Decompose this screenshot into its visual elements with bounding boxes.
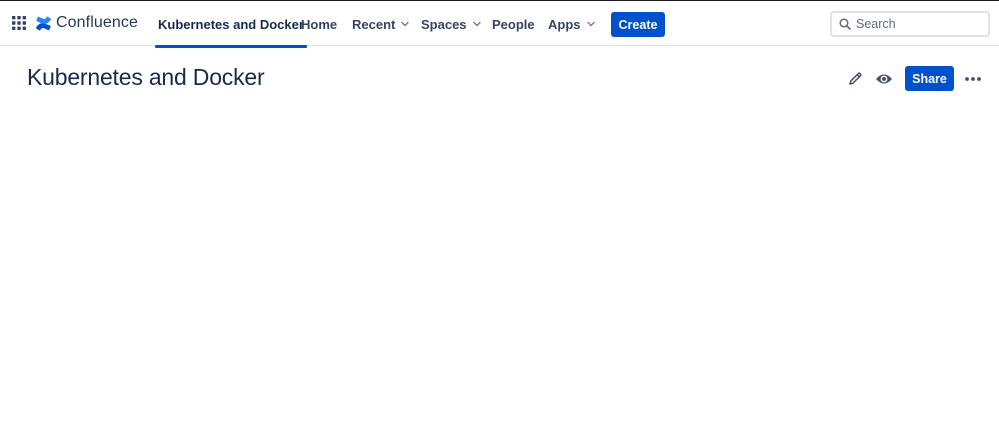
chevron-down-icon xyxy=(472,21,481,27)
nav-item-spaces[interactable]: Spaces xyxy=(421,1,481,47)
more-actions-button[interactable] xyxy=(962,70,984,88)
edit-button[interactable] xyxy=(846,70,864,88)
search-input[interactable] xyxy=(856,17,984,31)
search-box[interactable] xyxy=(830,11,990,37)
search-icon xyxy=(839,18,851,30)
active-tab-indicator xyxy=(155,45,307,48)
confluence-logo-icon xyxy=(36,15,51,31)
nav-item-people[interactable]: People xyxy=(492,1,535,47)
nav-item-label: Recent xyxy=(352,16,396,32)
create-button[interactable]: Create xyxy=(611,12,665,37)
nav-item-label: Kubernetes and Docker xyxy=(158,16,304,32)
more-horizontal-icon xyxy=(965,77,981,81)
confluence-logo[interactable]: Confluence xyxy=(36,13,138,33)
nav-item-recent[interactable]: Recent xyxy=(352,1,410,47)
eye-icon xyxy=(876,74,892,84)
pencil-icon xyxy=(849,72,862,85)
chevron-down-icon xyxy=(401,21,410,27)
product-name: Confluence xyxy=(56,14,138,31)
nav-item-label: People xyxy=(492,16,535,32)
nav-item-space[interactable]: Kubernetes and Docker xyxy=(155,1,307,48)
watch-button[interactable] xyxy=(874,70,894,88)
grid-icon[interactable] xyxy=(12,16,26,30)
chevron-down-icon xyxy=(586,21,595,27)
nav-item-home[interactable]: Home xyxy=(301,1,337,47)
share-button[interactable]: Share xyxy=(905,66,954,91)
page-title: Kubernetes and Docker xyxy=(27,64,265,90)
nav-item-label: Apps xyxy=(548,16,581,32)
nav-item-label: Home xyxy=(301,16,338,32)
nav-item-apps[interactable]: Apps xyxy=(548,1,595,47)
nav-item-label: Spaces xyxy=(421,16,467,32)
top-navigation-bar: Confluence Kubernetes and Docker Home Re… xyxy=(0,0,999,48)
